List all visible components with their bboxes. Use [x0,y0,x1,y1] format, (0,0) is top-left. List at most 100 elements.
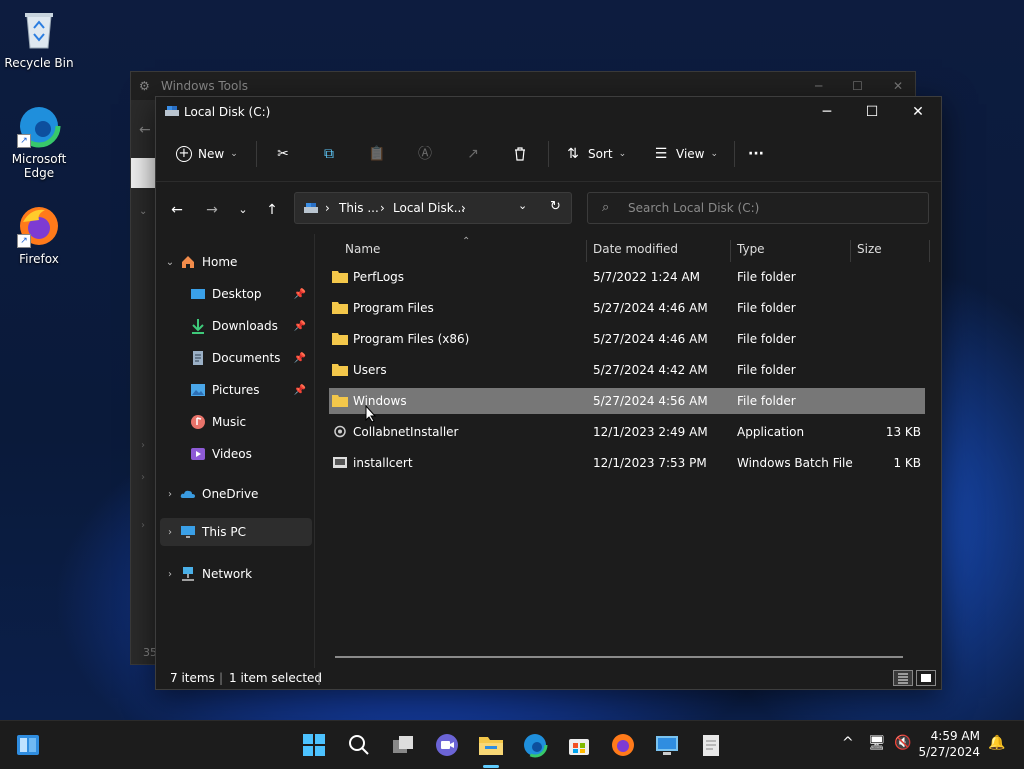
desktop-icon-firefox[interactable]: ↗ Firefox [3,204,75,266]
edge-button[interactable] [521,731,549,759]
titlebar[interactable]: Local Disk (C:) ─ ☐ ✕ [156,97,941,127]
sort-button[interactable]: ⇅ Sort ⌄ [564,143,626,165]
file-name: Program Files (x86) [353,332,470,346]
column-headers: ⌃ Name Date modified Type Size [315,236,941,262]
column-divider[interactable] [730,240,731,262]
chevron-down-icon: ⌄ [139,206,148,217]
share-button[interactable]: ↗ [464,143,482,165]
file-type: Application [737,425,805,439]
sidebar-item-label: Pictures [212,383,260,397]
file-name: CollabnetInstaller [353,425,459,439]
delete-button[interactable] [512,143,528,165]
file-explorer-window[interactable]: Local Disk (C:) ─ ☐ ✕ + New ⌄ ✂ ⧉ 📋 Ⓐ ↗ … [155,96,942,690]
sidebar-item-music[interactable]: Music [160,408,312,436]
file-date: 5/7/2022 1:24 AM [593,270,701,284]
sidebar-item-desktop[interactable]: Desktop 📌 [160,280,312,308]
cut-button[interactable]: ✂ [274,143,292,165]
teams-button[interactable] [433,731,461,759]
sidebar-item-this-pc[interactable]: › This PC [160,518,312,546]
close-button[interactable]: ✕ [895,97,941,127]
search-box[interactable]: ⌕ Search Local Disk (C:) [587,192,929,224]
task-view-button[interactable] [389,731,417,759]
navigation-pane: ⌄ Home Desktop 📌 Downloads 📌 Documents 📌… [156,234,315,668]
breadcrumb-this-pc[interactable]: This ... [339,201,379,215]
breadcrumb-separator: › [325,201,330,215]
up-button[interactable]: ↑ [262,200,282,220]
sort-icon: ⇅ [567,146,579,162]
file-row-collabnetinstaller[interactable]: CollabnetInstaller 12/1/2023 2:49 AM App… [329,419,925,445]
sidebar-item-pictures[interactable]: Pictures 📌 [160,376,312,404]
address-dropdown-button[interactable]: ⌄ [518,199,527,212]
new-button[interactable]: + New ⌄ [176,143,238,165]
tiles-view-button[interactable] [916,670,936,686]
sidebar-item-onedrive[interactable]: › OneDrive [160,480,312,508]
view-button[interactable]: ☰ View ⌄ [652,143,718,165]
rename-button[interactable]: Ⓐ [416,143,434,165]
refresh-button[interactable]: ↻ [550,199,561,214]
file-date: 5/27/2024 4:56 AM [593,394,708,408]
store-icon [569,739,589,755]
column-header-name[interactable]: Name [345,242,380,256]
sidebar-item-label: Network [202,567,253,581]
file-row-installcert[interactable]: installcert 12/1/2023 7:53 PM Windows Ba… [329,450,925,476]
column-divider[interactable] [586,240,587,262]
volume-muted-icon[interactable]: 🔇 [894,735,911,751]
notepad-button[interactable] [697,731,725,759]
horizontal-scrollbar[interactable] [335,656,903,658]
desktop-icon-edge[interactable]: ↗ Microsoft Edge [3,104,75,180]
file-date: 5/27/2024 4:46 AM [593,332,708,346]
widgets-button[interactable] [14,731,42,759]
folder-icon [332,271,348,283]
remote-desktop-button[interactable] [653,731,681,759]
file-row-program-files-x86[interactable]: Program Files (x86) 5/27/2024 4:46 AM Fi… [329,326,925,352]
notepad-icon [703,735,719,756]
file-explorer-button[interactable] [477,731,505,759]
sidebar-item-label: This PC [202,525,246,539]
clock-time: 4:59 AM [930,729,980,743]
column-header-type[interactable]: Type [737,242,765,256]
system-clock[interactable]: 4:59 AM 5/27/2024 [918,728,980,760]
notifications-icon[interactable]: 🔔 [988,735,1005,751]
file-date: 12/1/2023 2:49 AM [593,425,708,439]
column-divider[interactable] [850,240,851,262]
sidebar-item-videos[interactable]: Videos [160,440,312,468]
column-header-date[interactable]: Date modified [593,242,678,256]
network-icon[interactable]: 🖥 [868,735,886,751]
sidebar-item-home[interactable]: ⌄ Home [160,248,312,276]
paste-button[interactable]: 📋 [368,143,386,165]
firefox-button[interactable] [609,731,637,759]
divider [256,141,257,167]
forward-button[interactable]: → [202,200,222,220]
copy-icon: ⧉ [324,146,334,162]
address-bar[interactable]: › This ... › Local Disk... › ⌄ ↻ [294,192,572,224]
recent-locations-button[interactable]: ⌄ [233,200,253,220]
folder-icon [332,302,348,314]
sidebar-item-downloads[interactable]: Downloads 📌 [160,312,312,340]
copy-button[interactable]: ⧉ [320,143,338,165]
tray-overflow-chevron[interactable]: ^ [842,735,854,751]
back-button[interactable]: ← [167,200,187,220]
file-row-windows[interactable]: Windows 5/27/2024 4:56 AM File folder [329,388,925,423]
breadcrumb-local-disk[interactable]: Local Disk... [393,201,465,215]
column-divider[interactable] [929,240,930,262]
details-view-button[interactable] [893,670,913,686]
shortcut-arrow-icon: ↗ [17,134,31,148]
maximize-button[interactable]: ☐ [849,97,895,127]
chevron-down-icon: ⌄ [230,149,238,159]
desktop-icon-recycle-bin[interactable]: Recycle Bin [3,8,75,70]
file-type: Windows Batch File [737,456,853,470]
file-name: Users [353,363,387,377]
start-icon [303,734,325,756]
see-more-button[interactable]: ··· [748,143,764,165]
column-header-size[interactable]: Size [857,242,882,256]
recycle-bin-icon [17,8,61,52]
minimize-button[interactable]: ─ [804,97,850,127]
sidebar-item-network[interactable]: › Network [160,560,312,588]
file-row-users[interactable]: Users 5/27/2024 4:42 AM File folder [329,357,925,383]
start-button[interactable] [300,731,328,759]
file-row-program-files[interactable]: Program Files 5/27/2024 4:46 AM File fol… [329,295,925,321]
file-row-perflogs[interactable]: PerfLogs 5/7/2022 1:24 AM File folder [329,264,925,290]
store-button[interactable] [565,731,593,759]
search-button[interactable] [345,731,373,759]
sidebar-item-documents[interactable]: Documents 📌 [160,344,312,372]
